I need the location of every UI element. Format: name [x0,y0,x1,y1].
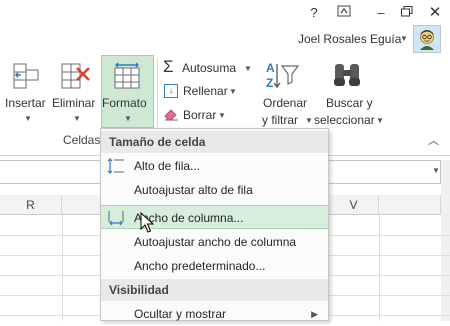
sort-filter-label-2[interactable]: y filtrar [262,113,298,127]
restore-icon [401,6,413,17]
menu-item-row-height[interactable]: Alto de fila... [101,154,328,178]
format-dropdown-menu: Tamaño de celda Alto de fila... Autoajus… [100,128,329,321]
menu-item-autofit-row[interactable]: Autoajustar alto de fila [101,178,328,202]
column-header-v[interactable]: V [329,195,379,215]
minimize-button[interactable]: – [370,4,392,22]
user-menu-caret-icon[interactable]: ▼ [400,34,408,43]
find-select-label-1[interactable]: Buscar y [326,96,373,110]
fill-button[interactable]: Rellenar [183,84,228,98]
avatar[interactable] [413,25,441,53]
menu-item-autofit-column[interactable]: Autoajustar ancho de columna [101,230,328,254]
menu-item-label: Ancho predeterminado... [134,259,266,273]
menu-section-visibility: Visibilidad [101,279,328,301]
fill-icon[interactable]: ↓ [164,84,178,98]
vertical-scrollbar[interactable] [441,160,450,321]
menu-item-default-width[interactable]: Ancho predeterminado... [101,254,328,278]
find-select-label-2[interactable]: seleccionar [314,113,375,127]
format-caret-icon: ▼ [124,114,132,123]
fill-caret-icon[interactable]: ▼ [229,87,237,96]
mouse-cursor-icon [140,211,156,234]
format-cells-icon [112,62,142,90]
menu-item-label: Autoajustar ancho de columna [134,235,297,249]
sort-filter-caret-icon[interactable]: ▼ [305,116,313,125]
restore-button[interactable] [396,4,418,22]
svg-text:Z: Z [266,76,273,90]
menu-item-label: Autoajustar alto de fila [134,183,253,197]
column-width-icon [107,210,125,226]
column-header-r[interactable]: R [0,195,62,215]
svg-text:A: A [266,61,275,75]
insert-cells-icon[interactable] [12,62,40,90]
eraser-icon[interactable] [163,107,179,121]
format-button-label: Formato [102,96,147,110]
avatar-face-icon [414,26,440,52]
autosum-caret-icon[interactable]: ▼ [244,64,252,73]
help-button[interactable]: ? [303,4,325,22]
submenu-arrow-icon: ▶ [311,309,318,319]
close-button[interactable]: ✕ [424,4,446,22]
autosum-icon[interactable]: Σ [163,58,179,75]
menu-section-cell-size: Tamaño de celda [101,131,328,153]
delete-caret-icon[interactable]: ▼ [73,114,81,123]
column-header-w[interactable] [379,195,441,215]
col-gridline [62,215,63,321]
insert-caret-icon[interactable]: ▼ [24,114,32,123]
ribbon-display-icon [337,5,351,17]
delete-cells-icon[interactable] [60,62,92,90]
expand-formula-bar-icon[interactable]: ▼ [432,166,440,175]
row-height-icon [107,158,125,174]
cells-group-label: Celdas [63,133,101,147]
clear-caret-icon[interactable]: ▼ [218,111,226,120]
col-gridline [379,215,380,321]
menu-item-label: Alto de fila... [134,159,201,173]
delete-button[interactable]: Eliminar [52,96,95,110]
menu-item-hide-unhide[interactable]: Ocultar y mostrar ▶ [101,302,328,326]
sort-filter-label-1[interactable]: Ordenar [263,96,307,110]
insert-button[interactable]: Insertar [5,96,46,110]
menu-item-column-width[interactable]: Ancho de columna... [101,205,328,229]
autosum-button[interactable]: Autosuma [182,61,236,75]
find-select-caret-icon[interactable]: ▼ [376,116,384,125]
user-name[interactable]: Joel Rosales Eguía [298,32,401,46]
clear-button[interactable]: Borrar [183,108,216,122]
column-header-s[interactable] [62,195,102,215]
menu-item-label: Ocultar y mostrar [134,307,227,321]
collapse-ribbon-icon[interactable]: ︿ [428,132,439,148]
ribbon-display-options-button[interactable] [333,4,355,22]
binoculars-icon[interactable] [331,60,363,90]
sort-filter-icon[interactable]: A Z [264,60,300,92]
